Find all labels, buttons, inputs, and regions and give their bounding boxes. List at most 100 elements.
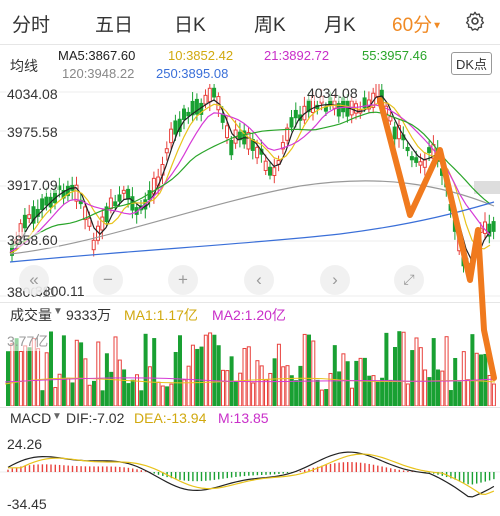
volume-bar <box>294 380 299 406</box>
volume-bar <box>332 345 337 406</box>
candle-body <box>40 198 45 211</box>
volume-bar <box>160 385 165 406</box>
tab-five-day[interactable]: 五日 <box>95 10 133 37</box>
volume-bar <box>152 338 157 406</box>
candle-body <box>225 125 229 139</box>
tab-60-minute[interactable]: 60分▼ <box>392 10 442 37</box>
ma5-line <box>9 95 491 263</box>
candle-body <box>388 116 393 122</box>
candle-body <box>263 160 268 171</box>
volume-bar <box>147 366 152 406</box>
volume-bar <box>276 343 281 406</box>
fullscreen-icon[interactable]: ⤢ <box>394 265 424 295</box>
volume-ma1: MA1:1.17亿 <box>124 307 198 323</box>
candle-body <box>147 190 152 201</box>
volume-bar <box>285 365 290 406</box>
macd-caret-icon[interactable]: ▼ <box>52 411 62 422</box>
candle-body <box>293 109 298 119</box>
volume-bar <box>130 379 135 406</box>
volume-bar <box>96 341 101 406</box>
macd-axis-max: 24.26 <box>6 436 44 452</box>
price-axis-max: 4034.08 <box>6 86 59 102</box>
volume-axis-max: 3.77亿 <box>6 331 50 351</box>
volume-bar <box>466 379 471 406</box>
scroll-right-icon[interactable]: › <box>320 265 350 295</box>
tab-monthly-k[interactable]: 月K <box>324 10 356 37</box>
volume-bar <box>199 346 204 406</box>
volume-bar <box>397 331 402 406</box>
volume-bar <box>414 337 419 406</box>
volume-bar <box>457 381 462 406</box>
volume-bar <box>212 334 217 406</box>
tab-weekly-k[interactable]: 周K <box>254 10 286 37</box>
ma250-line <box>9 201 495 263</box>
volume-bar <box>337 371 342 406</box>
zoom-out-icon[interactable]: − <box>93 265 123 295</box>
volume-chart[interactable] <box>0 324 500 406</box>
volume-bar <box>302 333 307 406</box>
volume-bar <box>444 336 449 406</box>
volume-bar <box>246 346 251 406</box>
gear-icon[interactable] <box>464 10 486 32</box>
tab-intraday[interactable]: 分时 <box>12 10 50 37</box>
volume-bar <box>448 390 453 406</box>
volume-bar <box>418 347 423 406</box>
volume-bar <box>319 389 324 406</box>
high-price-marker: 4034.08 <box>306 85 359 101</box>
rewind-icon[interactable]: « <box>19 265 49 295</box>
candle-body <box>409 156 414 161</box>
divider <box>0 407 500 408</box>
volume-bar <box>53 387 58 406</box>
price-axis-second: 3975.58 <box>6 124 59 140</box>
macd-dea-line <box>8 453 495 496</box>
volume-bar <box>165 386 170 406</box>
candle-body <box>212 87 217 98</box>
volume-bar <box>264 379 268 406</box>
tab-60-minute-label: 60分 <box>392 15 433 36</box>
ma-type-label[interactable]: 均线 <box>10 56 38 76</box>
volume-bar <box>362 357 367 406</box>
volume-bar <box>272 358 277 406</box>
volume-bar <box>70 382 75 406</box>
macd-indicator-label[interactable]: MACD <box>10 410 51 426</box>
macd-chart[interactable] <box>0 430 500 516</box>
dk-point-button[interactable]: DK点 <box>450 52 492 75</box>
candle-body <box>405 146 410 152</box>
volume-bar <box>487 375 492 406</box>
volume-bar <box>375 381 380 406</box>
volume-bar <box>311 340 316 406</box>
volume-bar <box>405 383 410 406</box>
volume-caret-icon[interactable]: ▼ <box>53 306 63 317</box>
candle-body <box>220 114 225 123</box>
volume-bar <box>143 333 148 406</box>
volume-bar <box>186 365 191 406</box>
candle-body <box>207 87 212 103</box>
macd-dif-line <box>7 451 495 498</box>
volume-bar <box>350 387 354 406</box>
volume-bar <box>324 389 329 406</box>
volume-bar <box>431 338 436 406</box>
candle-body <box>246 132 251 150</box>
candle-body <box>121 189 126 194</box>
volume-indicator-label[interactable]: 成交量 <box>10 305 52 325</box>
volume-bar <box>238 372 243 406</box>
volume-bar <box>251 382 256 406</box>
volume-bar <box>61 335 66 406</box>
ma55-value: 55:3957.46 <box>362 48 428 63</box>
zoom-in-icon[interactable]: + <box>168 265 198 295</box>
volume-bar <box>122 369 127 406</box>
candle-body <box>465 263 470 270</box>
candle-body <box>255 146 260 159</box>
ma10-line <box>9 101 491 254</box>
candle-body <box>448 203 453 211</box>
candle-body <box>229 139 234 156</box>
candle-body <box>427 147 432 153</box>
volume-bar <box>113 336 118 406</box>
candle-body <box>392 126 397 140</box>
volume-bar <box>156 381 161 406</box>
macd-dif: DIF:-7.02 <box>66 410 125 426</box>
scroll-left-icon[interactable]: ‹ <box>244 265 274 295</box>
candle-body <box>418 161 423 166</box>
ma250-value: 250:3895.08 <box>156 66 229 81</box>
tab-daily-k[interactable]: 日K <box>174 10 206 37</box>
